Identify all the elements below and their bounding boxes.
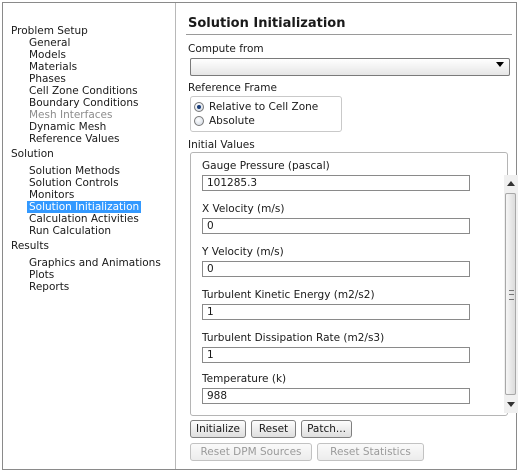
reset-dpm-sources-button: Reset DPM Sources bbox=[190, 443, 312, 461]
turbulent-dissipation-rate-label: Turbulent Dissipation Rate (m2/s3) bbox=[202, 332, 385, 344]
radio-unselected-icon[interactable] bbox=[194, 115, 204, 126]
grip-icon bbox=[509, 290, 514, 300]
tree-group-results[interactable]: Results bbox=[11, 240, 49, 252]
tree-item-models[interactable]: Models bbox=[27, 49, 68, 61]
initial-values-label: Initial Values bbox=[188, 139, 255, 151]
tree-item-solution-methods[interactable]: Solution Methods bbox=[27, 165, 122, 177]
tree-item-solution-controls[interactable]: Solution Controls bbox=[27, 177, 121, 189]
tree-group-solution[interactable]: Solution bbox=[11, 148, 54, 160]
tree-item-materials[interactable]: Materials bbox=[27, 61, 79, 73]
reset-statistics-button: Reset Statistics bbox=[317, 443, 424, 461]
y-velocity-field[interactable]: 0 bbox=[202, 261, 470, 277]
task-panel: Solution Initialization Compute from Ref… bbox=[182, 3, 518, 469]
tree-item-reference-values[interactable]: Reference Values bbox=[27, 133, 122, 145]
compute-from-dropdown[interactable] bbox=[190, 58, 510, 76]
x-velocity-label: X Velocity (m/s) bbox=[202, 203, 285, 215]
y-velocity-label: Y Velocity (m/s) bbox=[202, 246, 284, 258]
tree-item-phases[interactable]: Phases bbox=[27, 73, 68, 85]
tree-item-reports[interactable]: Reports bbox=[27, 281, 71, 293]
reset-button[interactable]: Reset bbox=[251, 420, 296, 438]
tree-item-run-calculation[interactable]: Run Calculation bbox=[27, 225, 113, 237]
tree-item-monitors[interactable]: Monitors bbox=[27, 189, 76, 201]
compute-from-label: Compute from bbox=[188, 43, 264, 55]
tree-item-solution-initialization[interactable]: Solution Initialization bbox=[27, 201, 142, 213]
tree-item-boundary-conditions[interactable]: Boundary Conditions bbox=[27, 97, 140, 109]
tree-item-plots[interactable]: Plots bbox=[27, 269, 56, 281]
x-velocity-field[interactable]: 0 bbox=[202, 218, 470, 234]
scrollbar-thumb[interactable] bbox=[505, 193, 516, 395]
tree-item-mesh-interfaces: Mesh Interfaces bbox=[29, 109, 113, 121]
chevron-down-icon[interactable] bbox=[496, 62, 504, 67]
scroll-up-arrow-icon[interactable] bbox=[507, 181, 515, 186]
reference-frame-label: Reference Frame bbox=[188, 82, 277, 94]
gauge-pressure-field[interactable]: 101285.3 bbox=[202, 175, 470, 191]
radio-label-absolute: Absolute bbox=[209, 114, 255, 127]
tree-item-calculation-activities[interactable]: Calculation Activities bbox=[27, 213, 141, 225]
radio-label-relative: Relative to Cell Zone bbox=[209, 100, 319, 113]
title-divider bbox=[186, 34, 512, 35]
solution-initialization-window: Problem Setup General Models Materials P… bbox=[2, 2, 518, 470]
initial-values-scrollbar[interactable] bbox=[504, 175, 518, 413]
tree-item-general[interactable]: General bbox=[27, 37, 72, 49]
radio-relative-to-cell-zone[interactable]: Relative to Cell Zone bbox=[194, 100, 318, 113]
tree-group-problem-setup[interactable]: Problem Setup bbox=[11, 25, 88, 37]
temperature-label: Temperature (k) bbox=[202, 373, 287, 385]
turbulent-kinetic-energy-field[interactable]: 1 bbox=[202, 304, 470, 320]
radio-selected-icon[interactable] bbox=[194, 101, 204, 112]
radio-absolute[interactable]: Absolute bbox=[194, 114, 255, 127]
tree-item-cell-zone-conditions[interactable]: Cell Zone Conditions bbox=[27, 85, 140, 97]
tree-item-dynamic-mesh[interactable]: Dynamic Mesh bbox=[27, 121, 108, 133]
temperature-field[interactable]: 988 bbox=[202, 388, 470, 404]
scroll-down-arrow-icon[interactable] bbox=[507, 402, 515, 407]
gauge-pressure-label: Gauge Pressure (pascal) bbox=[202, 160, 330, 172]
turbulent-kinetic-energy-label: Turbulent Kinetic Energy (m2/s2) bbox=[202, 289, 375, 301]
page-title: Solution Initialization bbox=[188, 16, 346, 31]
tree-item-graphics-and-animations[interactable]: Graphics and Animations bbox=[27, 257, 163, 269]
initialize-button[interactable]: Initialize bbox=[190, 420, 246, 438]
navigation-tree: Problem Setup General Models Materials P… bbox=[3, 3, 176, 469]
turbulent-dissipation-rate-field[interactable]: 1 bbox=[202, 347, 470, 363]
patch-button[interactable]: Patch... bbox=[301, 420, 352, 438]
